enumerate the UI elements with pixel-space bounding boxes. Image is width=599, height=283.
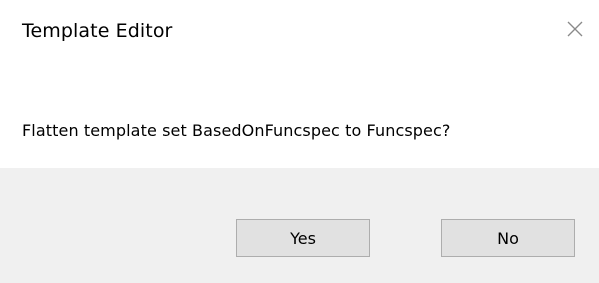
window-title: Template Editor — [22, 20, 173, 42]
button-bar: Yes No — [0, 168, 599, 283]
no-button[interactable]: No — [441, 219, 575, 257]
close-button[interactable] — [560, 16, 590, 46]
close-icon — [565, 19, 585, 43]
dialog-message: Flatten template set BasedOnFuncspec to … — [22, 121, 451, 140]
confirm-dialog: Template Editor Flatten template set Bas… — [0, 0, 599, 283]
yes-button[interactable]: Yes — [236, 219, 370, 257]
title-bar: Template Editor — [0, 0, 599, 64]
dialog-content: Flatten template set BasedOnFuncspec to … — [0, 64, 599, 168]
